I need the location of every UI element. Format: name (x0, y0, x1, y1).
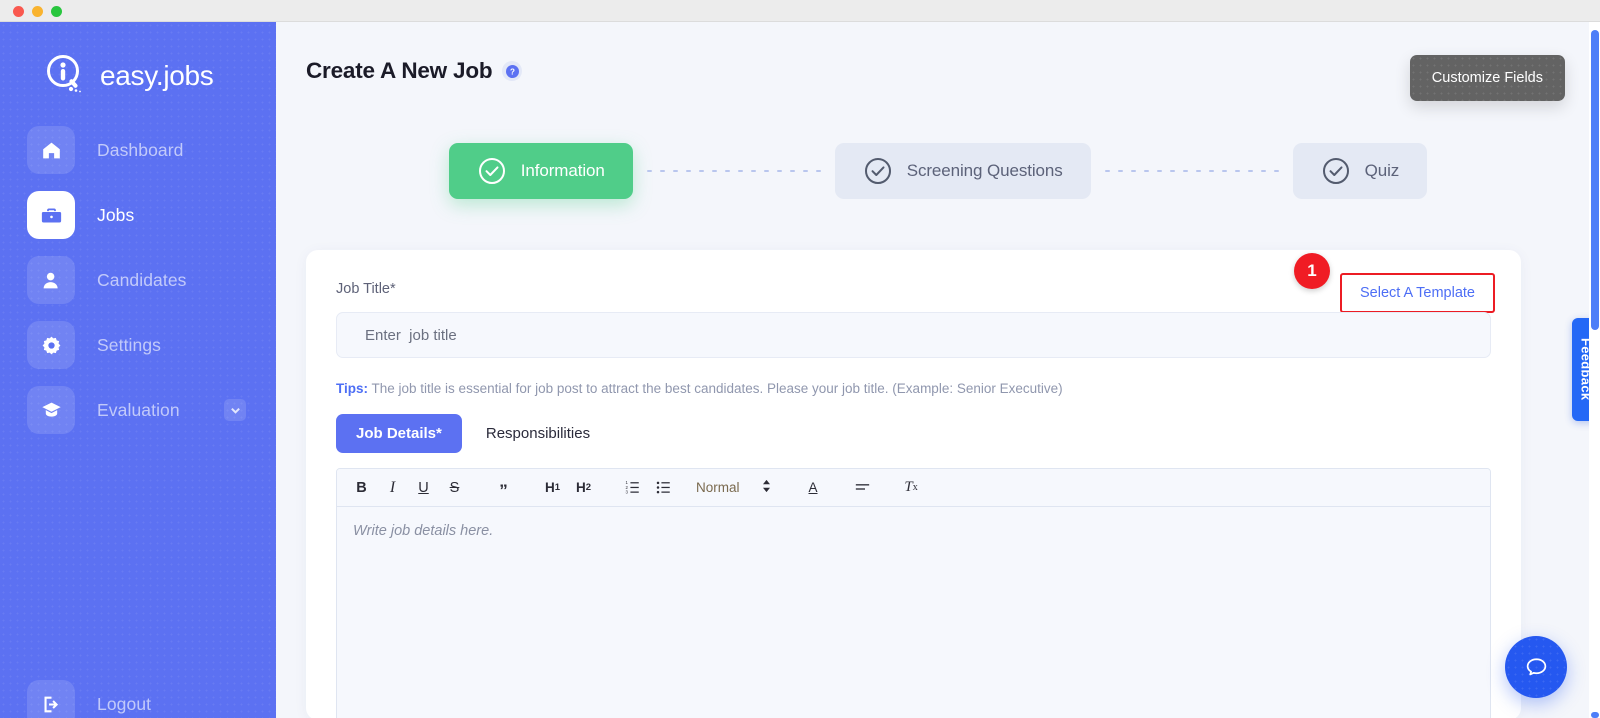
editor-body[interactable]: Write job details here. (337, 507, 1490, 718)
gear-icon (27, 321, 75, 369)
page-header: Create A New Job ? (276, 22, 1600, 84)
main-content: Create A New Job ? Customize Fields Info… (276, 22, 1600, 718)
easyjobs-logo-icon (44, 54, 88, 98)
sidebar-nav: Dashboard Jobs Candidates Settings Evalu… (0, 126, 276, 718)
check-circle-icon (477, 156, 507, 186)
underline-icon[interactable]: U (411, 475, 436, 501)
text-color-icon[interactable]: A (801, 475, 826, 501)
blockquote-icon[interactable]: ” (491, 475, 516, 501)
minimize-window-button[interactable] (32, 6, 43, 17)
svg-text:3: 3 (626, 490, 629, 495)
select-a-template-link[interactable]: Select A Template (1360, 285, 1475, 301)
bullet-list-icon[interactable] (651, 475, 676, 501)
editor-tabs: Job Details* Responsibilities (336, 414, 610, 453)
step-connector (1100, 168, 1283, 174)
sidebar-item-evaluation[interactable]: Evaluation (27, 386, 276, 434)
brand-name: easy.jobs (100, 60, 214, 91)
home-icon (27, 126, 75, 174)
brand-logo[interactable]: easy.jobs (0, 22, 276, 108)
window-title-bar (0, 0, 1600, 22)
job-title-label: Job Title* (336, 281, 396, 297)
sidebar-item-jobs[interactable]: Jobs (27, 191, 276, 239)
maximize-window-button[interactable] (51, 6, 62, 17)
rich-text-editor: B I U S ” H1 H2 1 2 3 Normal A T x Write… (336, 468, 1491, 718)
strikethrough-icon[interactable]: S (442, 475, 467, 501)
align-icon[interactable] (850, 475, 875, 501)
sidebar-item-settings[interactable]: Settings (27, 321, 276, 369)
question-mark-icon[interactable]: ? (502, 61, 523, 81)
chevron-down-icon[interactable] (224, 399, 246, 421)
check-circle-icon (863, 156, 893, 186)
svg-text:?: ? (510, 67, 515, 76)
sidebar-item-label: Settings (97, 334, 162, 355)
ordered-list-icon[interactable]: 1 2 3 (620, 475, 645, 501)
app-root: easy.jobs Dashboard Jobs Candidates Sett… (0, 22, 1600, 718)
tips-label: Tips: (336, 381, 369, 396)
job-title-input[interactable] (336, 312, 1491, 358)
sidebar-item-label: Candidates (97, 269, 187, 290)
step-label: Information (520, 161, 605, 180)
annotation-badge-1: 1 (1293, 253, 1330, 289)
format-select-value: Normal (696, 480, 740, 495)
step-quiz[interactable]: Quiz (1292, 143, 1428, 199)
select-template-highlight: Select A Template (1339, 273, 1495, 313)
italic-icon[interactable]: I (380, 475, 405, 501)
select-template-annotation: 1 Select A Template (1293, 253, 1495, 313)
step-information[interactable]: Information (448, 143, 633, 199)
sidebar-item-label: Logout (97, 693, 152, 714)
editor-placeholder: Write job details here. (353, 523, 494, 539)
step-connector (642, 168, 825, 174)
sidebar-item-label: Dashboard (97, 139, 184, 160)
check-circle-icon (1321, 156, 1351, 186)
customize-fields-button[interactable]: Customize Fields (1409, 55, 1565, 101)
chat-bubble-icon[interactable] (1505, 636, 1567, 698)
editor-toolbar: B I U S ” H1 H2 1 2 3 Normal A T x (337, 469, 1490, 507)
close-window-button[interactable] (13, 6, 24, 17)
traffic-lights (13, 6, 62, 17)
heading-2-icon[interactable]: H2 (571, 475, 596, 501)
scrollbar-thumb-secondary[interactable] (1591, 712, 1599, 718)
step-label: Screening Questions (906, 161, 1063, 180)
sidebar-item-label: Evaluation (97, 399, 180, 420)
tab-job-details[interactable]: Job Details* (336, 414, 462, 453)
clear-format-icon[interactable]: Tx (899, 475, 924, 501)
sidebar-item-candidates[interactable]: Candidates (27, 256, 276, 304)
job-creation-stepper: Information Screening Questions Quiz (276, 140, 1600, 202)
page-title: Create A New Job (306, 58, 493, 83)
scrollbar-thumb[interactable] (1591, 30, 1599, 330)
sidebar-item-logout[interactable]: Logout (27, 680, 151, 718)
format-select[interactable]: Normal (696, 479, 771, 496)
user-icon (27, 256, 75, 304)
up-down-arrows-icon (762, 479, 771, 496)
sidebar: easy.jobs Dashboard Jobs Candidates Sett… (0, 22, 276, 718)
tab-responsibilities[interactable]: Responsibilities (466, 414, 610, 453)
heading-1-icon[interactable]: H1 (540, 475, 565, 501)
graduation-cap-icon (27, 386, 75, 434)
step-label: Quiz (1364, 161, 1400, 180)
logout-icon (27, 680, 75, 718)
sidebar-item-label: Jobs (97, 204, 135, 225)
step-screening-questions[interactable]: Screening Questions (834, 143, 1091, 199)
bold-icon[interactable]: B (349, 475, 374, 501)
tips-text: The job title is essential for job post … (368, 381, 1063, 396)
job-information-card: Job Title* 1 Select A Template Tips: The… (306, 250, 1521, 718)
briefcase-icon (27, 191, 75, 239)
sidebar-item-dashboard[interactable]: Dashboard (27, 126, 276, 174)
page-scrollbar[interactable] (1589, 22, 1600, 718)
job-title-tips: Tips: The job title is essential for job… (336, 380, 1063, 399)
